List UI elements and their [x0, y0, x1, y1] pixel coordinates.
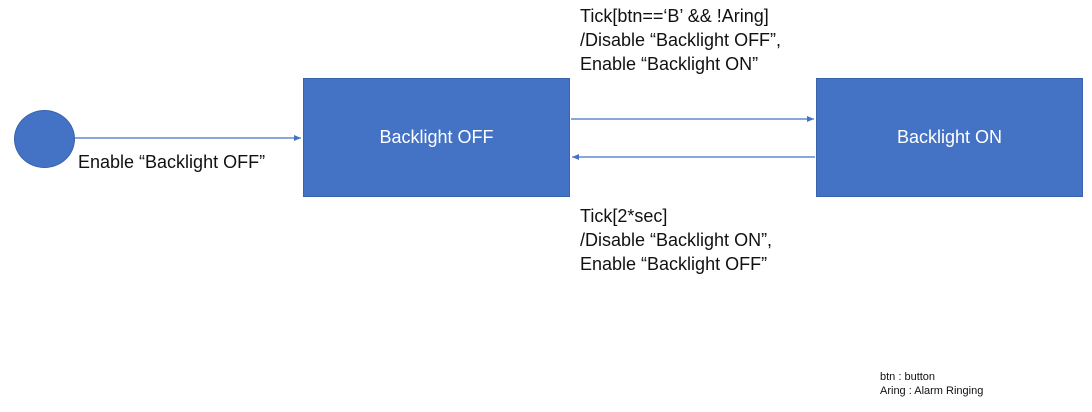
state-backlight-off-label: Backlight OFF [379, 127, 494, 147]
legend-item-btn: btn : button [880, 371, 936, 383]
off-to-on-action-2: Enable “Backlight ON” [580, 54, 759, 74]
on-to-off-guard: Tick[2*sec] [580, 206, 668, 226]
off-to-on-transition-label: Tick[btn==‘B’ && !Aring] /Disable “Backl… [580, 4, 781, 76]
off-to-on-guard: Tick[btn==‘B’ && !Aring] [580, 6, 769, 26]
initial-state-node [14, 110, 75, 168]
state-backlight-on-label: Backlight ON [896, 127, 1003, 147]
initial-transition-label: Enable “Backlight OFF” [78, 150, 265, 174]
off-to-on-action-1: /Disable “Backlight OFF”, [580, 30, 782, 50]
transition-arrows [75, 116, 815, 160]
on-to-off-action-1: /Disable “Backlight ON”, [580, 230, 773, 250]
legend-item-aring: Aring : Alarm Ringing [880, 385, 984, 397]
state-backlight-on: Backlight ON [816, 78, 1083, 197]
state-backlight-off: Backlight OFF [303, 78, 570, 197]
initial-transition-text: Enable “Backlight OFF” [78, 152, 266, 172]
legend: btn : button Aring : Alarm Ringing [880, 370, 983, 398]
on-to-off-transition-label: Tick[2*sec] /Disable “Backlight ON”, Ena… [580, 204, 772, 276]
state-diagram: Backlight OFF Backlight ON Enable “Backl… [0, 0, 1092, 412]
on-to-off-action-2: Enable “Backlight OFF” [580, 254, 768, 274]
